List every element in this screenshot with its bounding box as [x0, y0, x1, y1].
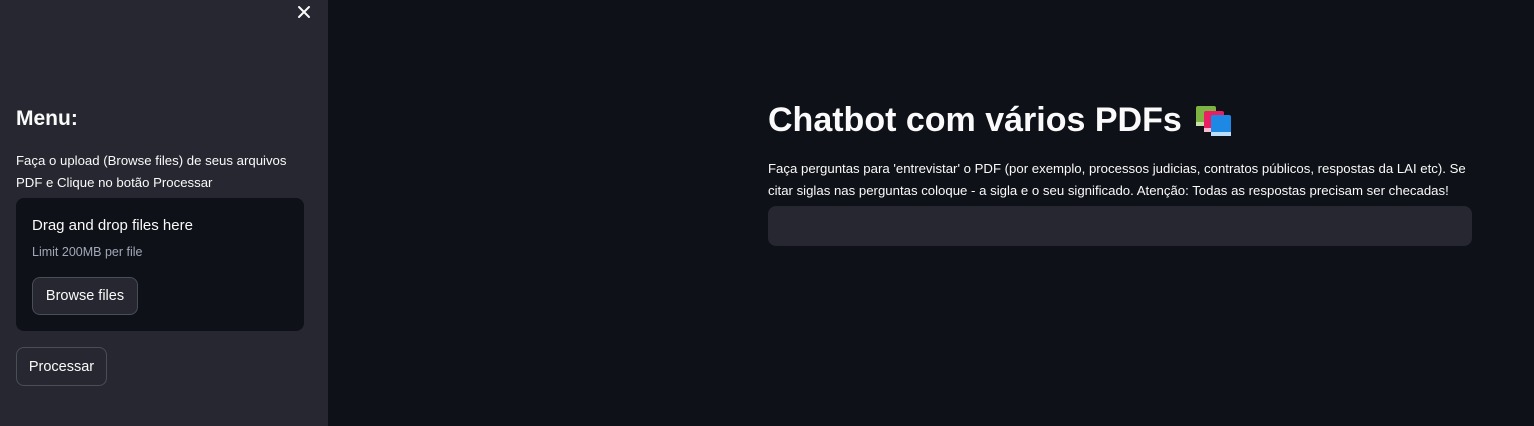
process-button[interactable]: Processar — [16, 347, 107, 386]
page-description: Faça perguntas para 'entrevistar' o PDF … — [768, 161, 1466, 198]
page-title: Chatbot com vários PDFs — [768, 101, 1182, 139]
app-window: Menu: Faça o upload (Browse files) de se… — [0, 0, 1534, 426]
close-icon — [297, 5, 311, 19]
dropzone-title: Drag and drop files here — [32, 217, 193, 234]
books-icon — [1194, 102, 1234, 138]
dropzone-limit: Limit 200MB per file — [32, 245, 143, 259]
question-input[interactable] — [768, 206, 1472, 246]
sidebar: Menu: Faça o upload (Browse files) de se… — [0, 0, 328, 426]
browse-files-button[interactable]: Browse files — [32, 277, 138, 315]
file-dropzone[interactable]: Drag and drop files here Limit 200MB per… — [16, 198, 304, 331]
sidebar-title: Menu: — [16, 107, 78, 130]
page-title-row: Chatbot com vários PDFs — [768, 98, 1234, 142]
upload-instructions: Faça o upload (Browse files) de seus arq… — [16, 153, 287, 190]
close-sidebar-button[interactable] — [292, 0, 316, 24]
